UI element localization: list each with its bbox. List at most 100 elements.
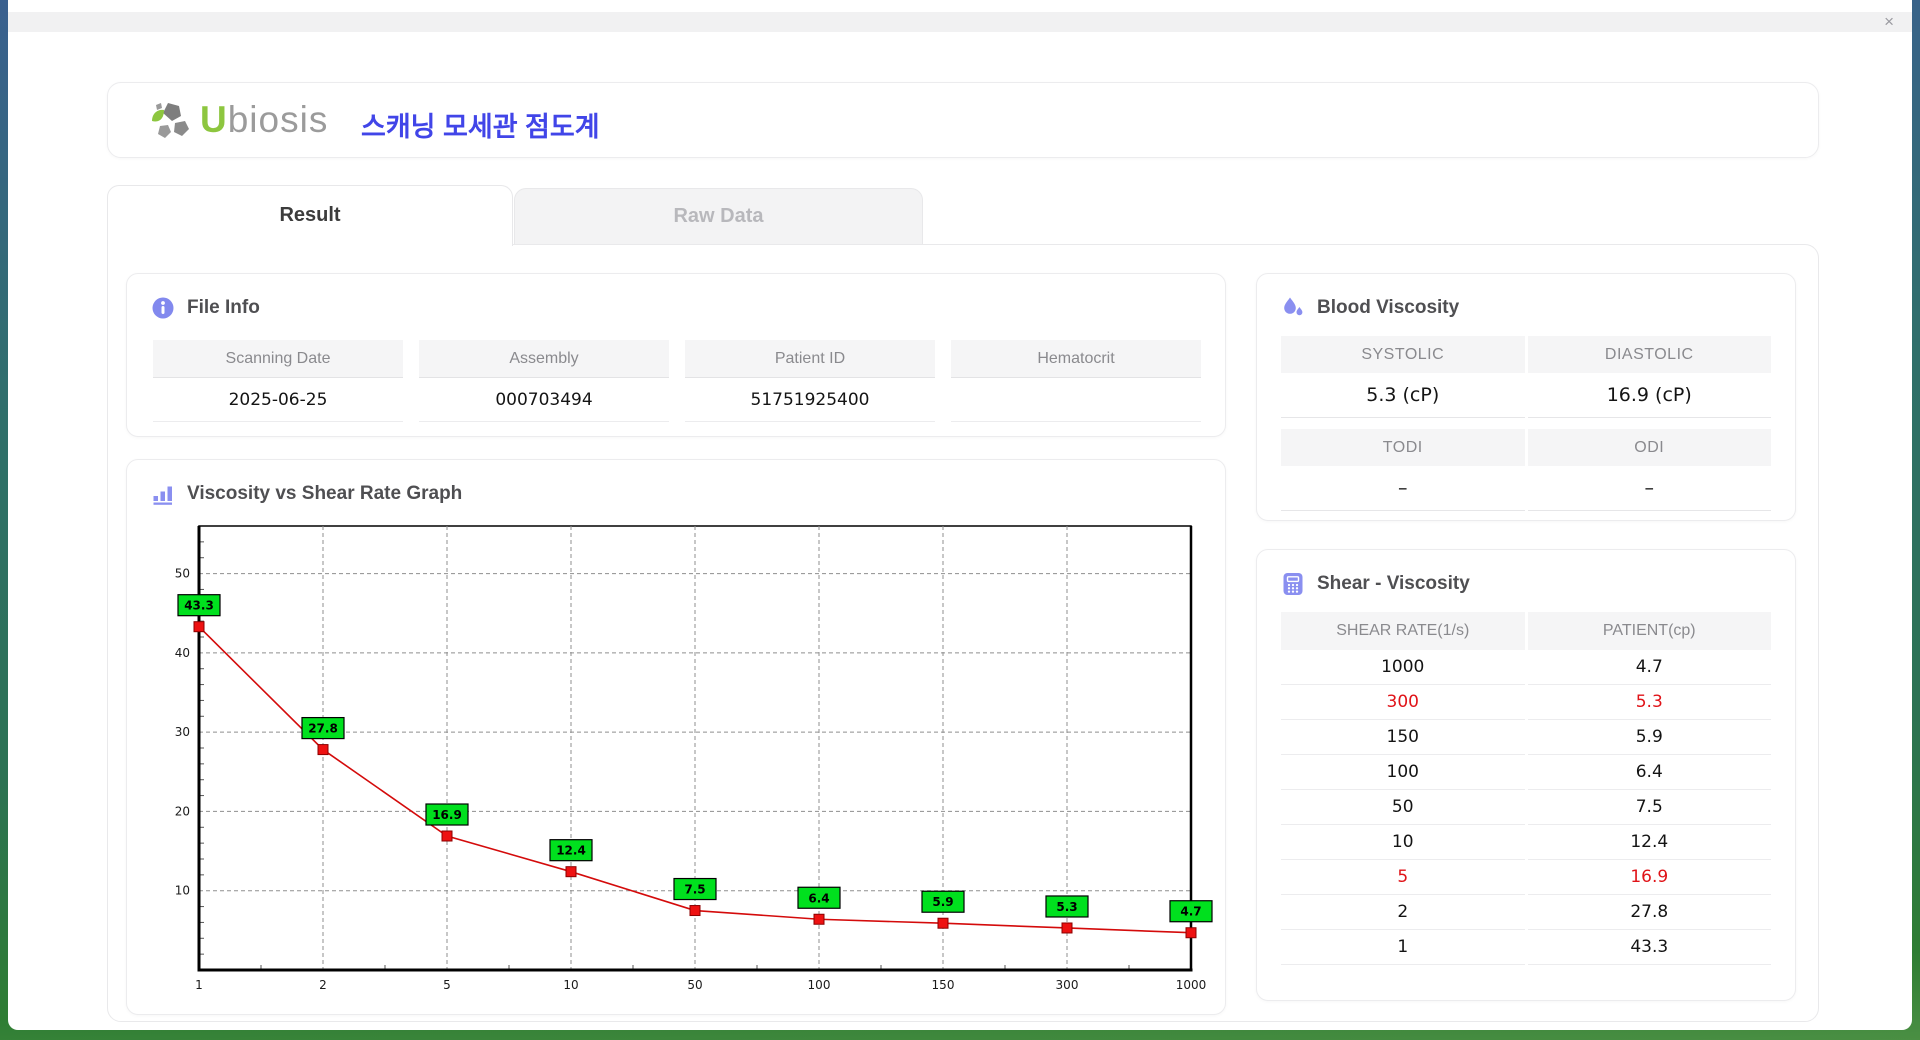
logo-rest: biosis bbox=[227, 99, 329, 140]
bv-value: 16.9 (cP) bbox=[1527, 373, 1771, 418]
svg-text:10: 10 bbox=[175, 884, 190, 898]
graph-title: Viscosity vs Shear Rate Graph bbox=[187, 483, 463, 504]
table-cell: 5 bbox=[1281, 860, 1525, 895]
file-info-field: Patient ID 51751925400 bbox=[685, 340, 935, 422]
table-cell: 12.4 bbox=[1527, 825, 1771, 860]
table-cell: 16.9 bbox=[1527, 860, 1771, 895]
table-cell: 150 bbox=[1281, 720, 1525, 755]
bv-value: – bbox=[1281, 466, 1525, 511]
window-titlebar: × bbox=[8, 12, 1912, 32]
svg-text:16.9: 16.9 bbox=[432, 808, 462, 822]
calculator-icon bbox=[1283, 573, 1303, 595]
table-cell: 4.7 bbox=[1527, 650, 1771, 685]
shear-viscosity-title: Shear - Viscosity bbox=[1317, 573, 1470, 594]
bv-header: TODI bbox=[1281, 429, 1525, 466]
shear-viscosity-card: Shear - Viscosity SHEAR RATE(1/s) PATIEN… bbox=[1256, 549, 1796, 1001]
graph-card: Viscosity vs Shear Rate Graph 10 20 30 40 50… bbox=[126, 459, 1226, 1015]
svg-text:20: 20 bbox=[175, 804, 190, 818]
field-label: Scanning Date bbox=[153, 340, 403, 378]
svg-text:5: 5 bbox=[443, 978, 451, 992]
field-value: 000703494 bbox=[419, 378, 669, 422]
bv-value: 5.3 (cP) bbox=[1281, 373, 1525, 418]
svg-text:7.5: 7.5 bbox=[684, 883, 705, 897]
result-panel: File Info Scanning Date 2025-06-25 Assembl… bbox=[107, 244, 1819, 1022]
table-cell: 43.3 bbox=[1527, 930, 1771, 965]
field-value: 51751925400 bbox=[685, 378, 935, 422]
svg-text:5.3: 5.3 bbox=[1056, 900, 1077, 914]
table-row: 2 27.8 bbox=[1281, 895, 1771, 930]
blood-viscosity-card: Blood Viscosity SYSTOLIC DIASTOLIC 5.3 (cP… bbox=[1256, 273, 1796, 521]
blood-viscosity-table: SYSTOLIC DIASTOLIC 5.3 (cP) 16.9 (cP) TODI OD… bbox=[1281, 336, 1771, 511]
bv-value: – bbox=[1527, 466, 1771, 511]
table-row: 5 16.9 bbox=[1281, 860, 1771, 895]
logo-text: Ubiosis bbox=[200, 99, 328, 141]
svg-text:43.3: 43.3 bbox=[184, 599, 214, 613]
close-icon[interactable]: × bbox=[1884, 12, 1894, 32]
bv-header: DIASTOLIC bbox=[1527, 336, 1771, 373]
file-info-field: Assembly 000703494 bbox=[419, 340, 669, 422]
bv-header: SYSTOLIC bbox=[1281, 336, 1525, 373]
svg-text:50: 50 bbox=[687, 978, 702, 992]
file-info-field: Hematocrit bbox=[951, 340, 1201, 422]
shear-viscosity-table: SHEAR RATE(1/s) PATIENT(cp) 1000 4.7 300 5.… bbox=[1281, 612, 1771, 965]
svg-text:1000: 1000 bbox=[1176, 978, 1207, 992]
shear-viscosity-rows: 1000 4.7 300 5.3 150 5.9 100 6.4 50 7.5 10 12.4 5 16.… bbox=[1281, 650, 1771, 965]
table-cell: 50 bbox=[1281, 790, 1525, 825]
ubiosis-logo: Ubiosis bbox=[148, 97, 328, 143]
field-label: Hematocrit bbox=[951, 340, 1201, 378]
field-value bbox=[951, 378, 1201, 422]
table-cell: 6.4 bbox=[1527, 755, 1771, 790]
svg-text:12.4: 12.4 bbox=[556, 844, 586, 858]
column-header-patient: PATIENT(cp) bbox=[1527, 612, 1771, 650]
table-cell: 100 bbox=[1281, 755, 1525, 790]
viscosity-chart: 10 20 30 40 50 1 2 5 10 50 100 150 300 1000 43.3 27.8 16… bbox=[151, 516, 1213, 1003]
file-info-fields: Scanning Date 2025-06-25 Assembly 000703494… bbox=[153, 340, 1201, 422]
table-cell: 7.5 bbox=[1527, 790, 1771, 825]
bar-chart-icon bbox=[153, 486, 172, 505]
table-cell: 5.9 bbox=[1527, 720, 1771, 755]
svg-text:6.4: 6.4 bbox=[808, 891, 829, 905]
table-cell: 10 bbox=[1281, 825, 1525, 860]
tab-result[interactable]: Result bbox=[107, 185, 513, 246]
table-cell: 5.3 bbox=[1527, 685, 1771, 720]
table-cell: 1000 bbox=[1281, 650, 1525, 685]
svg-text:100: 100 bbox=[808, 978, 831, 992]
svg-text:300: 300 bbox=[1056, 978, 1079, 992]
droplet-icon bbox=[1284, 297, 1303, 316]
table-cell: 300 bbox=[1281, 685, 1525, 720]
svg-text:27.8: 27.8 bbox=[308, 722, 338, 736]
file-info-title: File Info bbox=[187, 297, 260, 318]
svg-text:2: 2 bbox=[319, 978, 327, 992]
table-row: 150 5.9 bbox=[1281, 720, 1771, 755]
app-window: × Ubiosis 스캐닝 모세관 점도계 Result Raw Data Fi… bbox=[8, 0, 1912, 1030]
svg-text:10: 10 bbox=[563, 978, 578, 992]
table-cell: 1 bbox=[1281, 930, 1525, 965]
svg-text:5.9: 5.9 bbox=[932, 895, 953, 909]
table-row: 10 12.4 bbox=[1281, 825, 1771, 860]
bv-header: ODI bbox=[1527, 429, 1771, 466]
table-row: 100 6.4 bbox=[1281, 755, 1771, 790]
svg-text:150: 150 bbox=[932, 978, 955, 992]
svg-text:40: 40 bbox=[175, 646, 190, 660]
blood-viscosity-title: Blood Viscosity bbox=[1317, 297, 1460, 318]
logo-u: U bbox=[200, 99, 228, 140]
header-card: Ubiosis 스캐닝 모세관 점도계 bbox=[107, 82, 1819, 158]
column-header-shear-rate: SHEAR RATE(1/s) bbox=[1281, 612, 1525, 650]
file-info-field: Scanning Date 2025-06-25 bbox=[153, 340, 403, 422]
page-title: 스캐닝 모세관 점도계 bbox=[361, 112, 600, 142]
info-icon bbox=[152, 297, 174, 319]
svg-text:1: 1 bbox=[195, 978, 203, 992]
ubiosis-logo-icon bbox=[152, 103, 189, 138]
field-value: 2025-06-25 bbox=[153, 378, 403, 422]
file-info-card: File Info Scanning Date 2025-06-25 Assembl… bbox=[126, 273, 1226, 437]
table-row: 300 5.3 bbox=[1281, 685, 1771, 720]
svg-text:4.7: 4.7 bbox=[1180, 905, 1201, 919]
table-row: 1 43.3 bbox=[1281, 930, 1771, 965]
svg-text:30: 30 bbox=[175, 725, 190, 739]
table-cell: 27.8 bbox=[1527, 895, 1771, 930]
field-label: Assembly bbox=[419, 340, 669, 378]
table-row: 50 7.5 bbox=[1281, 790, 1771, 825]
tab-raw-data[interactable]: Raw Data bbox=[514, 188, 923, 244]
table-cell: 2 bbox=[1281, 895, 1525, 930]
field-label: Patient ID bbox=[685, 340, 935, 378]
